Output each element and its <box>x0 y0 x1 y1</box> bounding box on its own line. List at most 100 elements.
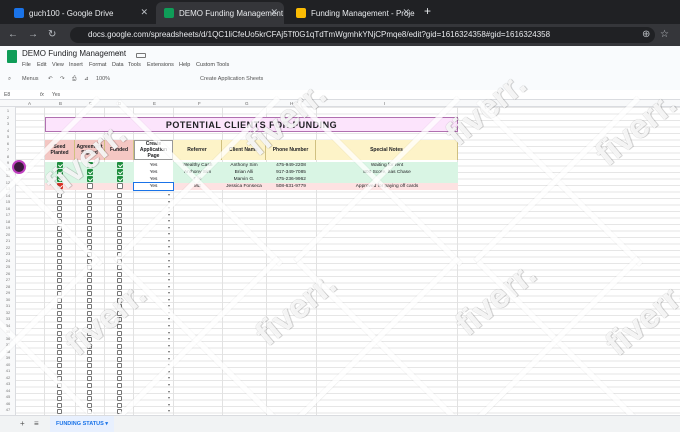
empty-checkbox[interactable] <box>87 271 92 277</box>
empty-checkbox[interactable] <box>117 291 122 297</box>
dropdown-icon[interactable]: ▾ <box>168 349 170 354</box>
row-number[interactable]: 22 <box>0 245 15 250</box>
empty-checkbox[interactable] <box>117 382 122 388</box>
empty-checkbox[interactable] <box>57 297 62 303</box>
empty-checkbox[interactable] <box>117 389 122 395</box>
empty-checkbox[interactable] <box>87 369 92 375</box>
empty-checkbox[interactable] <box>117 232 122 238</box>
empty-checkbox[interactable] <box>117 369 122 375</box>
empty-checkbox[interactable] <box>87 350 92 356</box>
empty-checkbox[interactable] <box>57 284 62 290</box>
dropdown-icon[interactable]: ▾ <box>168 303 170 308</box>
row-number[interactable]: 12 <box>0 180 15 185</box>
empty-checkbox[interactable] <box>117 409 122 415</box>
table-row[interactable]: Yes ME Jessica Fonseca 508-631-9779 Appr… <box>45 182 458 191</box>
menu-custom-tools[interactable]: Custom Tools <box>196 62 229 68</box>
empty-checkbox[interactable] <box>57 337 62 343</box>
row-number[interactable]: 26 <box>0 271 15 276</box>
empty-checkbox[interactable] <box>57 389 62 395</box>
client-cell[interactable]: Marvin G. <box>222 176 266 183</box>
back-icon[interactable]: ← <box>8 29 18 41</box>
dropdown-icon[interactable]: ▾ <box>168 271 170 276</box>
empty-checkbox[interactable] <box>57 212 62 218</box>
row-number[interactable]: 27 <box>0 277 15 282</box>
empty-checkbox[interactable] <box>117 324 122 329</box>
dropdown-icon[interactable]: ▾ <box>168 336 170 341</box>
empty-checkbox[interactable] <box>117 238 122 244</box>
row-number[interactable]: 33 <box>0 316 15 321</box>
print-icon[interactable]: ⎙ <box>72 76 76 83</box>
empty-checkbox[interactable] <box>57 350 62 356</box>
menu-help[interactable]: Help <box>179 62 190 68</box>
client-cell[interactable]: Jessica Fonseca <box>222 183 266 190</box>
empty-checkbox[interactable] <box>87 238 92 244</box>
menu-data[interactable]: Data <box>112 62 124 68</box>
empty-checkbox[interactable] <box>87 297 92 303</box>
row-number[interactable]: 35 <box>0 329 15 334</box>
tab-funding-project[interactable]: Funding Management - Proje ✕ <box>288 2 416 24</box>
referrer-cell[interactable]: ME <box>173 183 222 190</box>
agreement-checkbox[interactable] <box>87 176 93 182</box>
dropdown-icon[interactable]: ▾ <box>168 284 170 289</box>
empty-checkbox[interactable] <box>87 278 92 284</box>
row-number[interactable]: 25 <box>0 264 15 269</box>
empty-checkbox[interactable] <box>57 291 62 297</box>
create-sheets-button[interactable]: Create Application Sheets <box>200 76 263 82</box>
row-number[interactable]: 43 <box>0 381 15 386</box>
row-number[interactable]: 31 <box>0 303 15 308</box>
dropdown-icon[interactable]: ▾ <box>168 402 170 407</box>
dropdown-icon[interactable]: ▾ <box>168 382 170 387</box>
empty-checkbox[interactable] <box>117 330 122 336</box>
all-sheets-icon[interactable]: ≡ <box>34 419 39 428</box>
row-number[interactable]: 38 <box>0 349 15 354</box>
empty-checkbox[interactable] <box>57 199 62 205</box>
row-number[interactable]: 40 <box>0 362 15 367</box>
empty-checkbox[interactable] <box>117 376 122 382</box>
menu-extensions[interactable]: Extensions <box>147 62 174 68</box>
col-e[interactable]: E <box>153 101 156 106</box>
row-number[interactable]: 41 <box>0 368 15 373</box>
agreement-checkbox[interactable] <box>87 162 93 168</box>
col-h[interactable]: H <box>290 101 293 106</box>
row-number[interactable]: 4 <box>0 128 15 133</box>
empty-checkbox[interactable] <box>57 402 62 408</box>
empty-checkbox[interactable] <box>117 219 122 225</box>
empty-checkbox[interactable] <box>57 251 62 257</box>
empty-checkbox[interactable] <box>57 206 62 212</box>
empty-checkbox[interactable] <box>57 317 62 323</box>
empty-checkbox[interactable] <box>57 369 62 375</box>
tab-google-drive[interactable]: guch100 - Google Drive ✕ <box>6 2 154 24</box>
empty-checkbox[interactable] <box>87 284 92 290</box>
col-c[interactable]: C <box>89 101 92 106</box>
row-number[interactable]: 23 <box>0 251 15 256</box>
empty-checkbox[interactable] <box>87 251 92 257</box>
row-number[interactable]: 5 <box>0 134 15 139</box>
funded-checkbox[interactable] <box>117 183 123 189</box>
dropdown-icon[interactable]: ▾ <box>168 323 170 328</box>
row-number[interactable]: 21 <box>0 238 15 243</box>
row-number[interactable]: 29 <box>0 290 15 295</box>
empty-checkbox[interactable] <box>87 206 92 212</box>
col-f[interactable]: F <box>198 101 201 106</box>
dropdown-icon[interactable]: ▾ <box>168 408 170 413</box>
empty-checkbox[interactable] <box>117 310 122 316</box>
row-number[interactable]: 24 <box>0 258 15 263</box>
seed-checkbox[interactable] <box>57 162 63 168</box>
menu-format[interactable]: Format <box>89 62 106 68</box>
menu-view[interactable]: View <box>52 62 64 68</box>
empty-checkbox[interactable] <box>117 297 122 303</box>
row-number[interactable]: 13 <box>0 186 15 191</box>
empty-checkbox[interactable] <box>57 225 62 231</box>
table-row[interactable]: Yes Wealthy Cash Anthony Sim 475-949-220… <box>45 162 458 169</box>
row-number[interactable]: 6 <box>0 141 15 146</box>
agreement-checkbox[interactable] <box>87 183 93 189</box>
add-sheet-icon[interactable]: + <box>20 419 25 428</box>
star-icon[interactable]: ☆ <box>660 29 669 41</box>
dropdown-icon[interactable]: ▾ <box>168 330 170 335</box>
empty-checkbox[interactable] <box>87 304 92 310</box>
zoom-icon[interactable]: ⊕ <box>642 29 650 41</box>
empty-checkbox[interactable] <box>57 278 62 284</box>
close-icon[interactable]: ✕ <box>270 7 278 18</box>
empty-checkbox[interactable] <box>87 402 92 408</box>
menu-tools[interactable]: Tools <box>128 62 141 68</box>
